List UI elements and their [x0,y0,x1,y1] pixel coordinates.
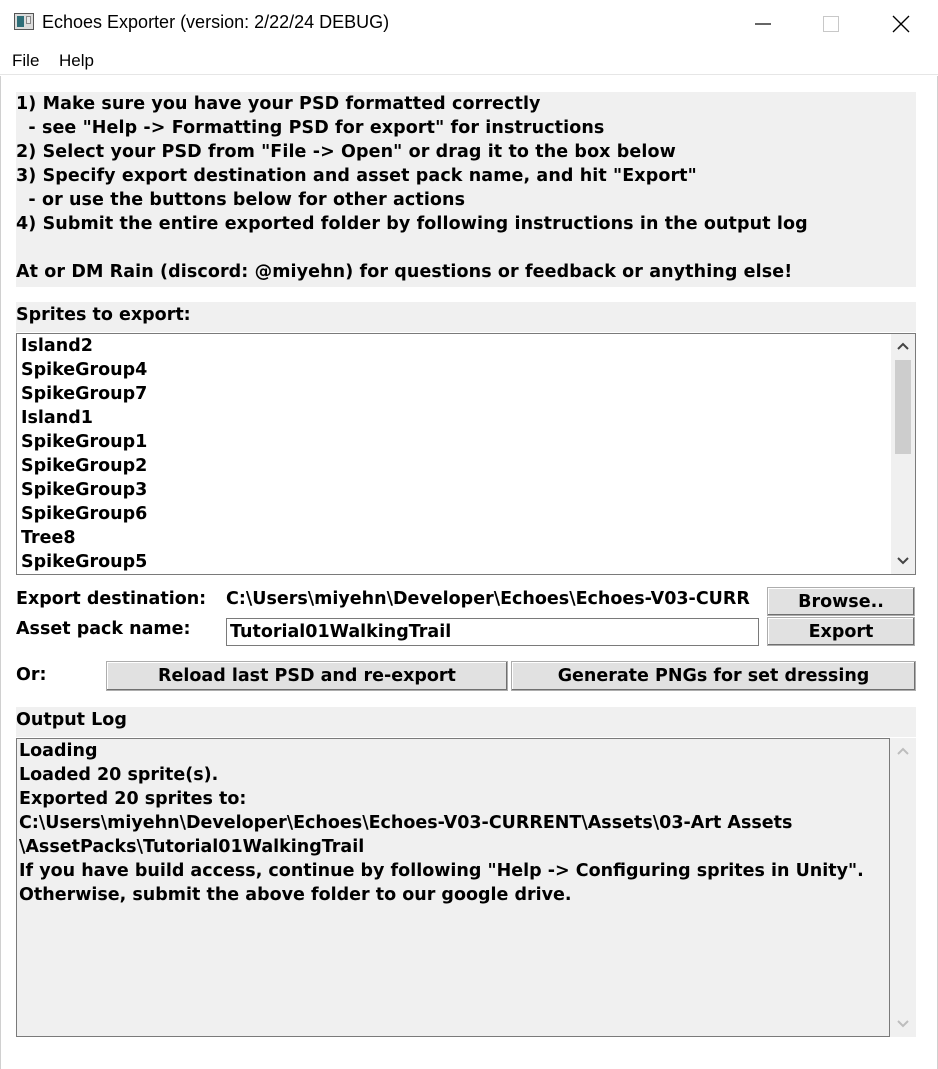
menu-file[interactable]: File [12,51,39,71]
maximize-icon [823,15,839,32]
log-line: Loading [19,741,98,761]
or-label: Or: [16,665,47,685]
log-line: Loaded 20 sprite(s). [19,765,219,785]
menu-bar: File Help [0,47,938,75]
minimize-button[interactable] [728,0,798,47]
instruction-line: 1) Make sure you have your PSD formatted… [16,94,541,114]
asset-pack-label: Asset pack name: [16,619,191,639]
list-item[interactable]: SpikeGroup6 [21,504,147,524]
close-button[interactable] [866,0,936,47]
sprite-list-scrollbar[interactable] [891,334,915,574]
output-log-scrollbar[interactable] [890,738,916,1037]
browse-button[interactable]: Browse.. [767,587,915,616]
list-item[interactable]: Island1 [21,408,93,428]
output-log-label: Output Log [16,710,127,730]
window-title: Echoes Exporter (version: 2/22/24 DEBUG) [42,12,390,32]
log-line: If you have build access, continue by fo… [19,861,864,881]
list-item[interactable]: SpikeGroup4 [21,360,147,380]
instruction-line: 3) Specify export destination and asset … [16,166,697,186]
log-line: C:\Users\miyehn\Developer\Echoes\Echoes-… [19,813,793,833]
log-line: \AssetPacks\Tutorial01WalkingTrail [19,837,365,857]
instructions-panel: 1) Make sure you have your PSD formatted… [16,92,916,287]
log-line: Otherwise, submit the above folder to ou… [19,885,572,905]
sprites-label-panel: Sprites to export: [16,302,916,332]
export-destination-label: Export destination: [16,589,207,609]
scroll-down-icon[interactable] [896,556,910,566]
maximize-button[interactable] [796,0,866,47]
scroll-thumb[interactable] [895,360,911,454]
export-button[interactable]: Export [767,617,915,646]
list-item[interactable]: SpikeGroup7 [21,384,147,404]
export-destination-path: C:\Users\miyehn\Developer\Echoes\Echoes-… [226,589,750,609]
instruction-line: - or use the buttons below for other act… [16,190,466,210]
list-item[interactable]: Island2 [21,336,93,356]
asset-pack-name-input[interactable]: Tutorial01WalkingTrail [226,618,759,646]
close-icon [892,15,910,32]
output-log[interactable]: Loading Loaded 20 sprite(s). Exported 20… [16,738,890,1037]
generate-pngs-button[interactable]: Generate PNGs for set dressing [511,661,916,691]
scroll-up-icon[interactable] [896,746,910,756]
reload-reexport-button[interactable]: Reload last PSD and re-export [106,661,508,691]
minimize-icon [755,22,771,25]
list-item[interactable]: SpikeGroup2 [21,456,147,476]
sprite-list[interactable]: Island2 SpikeGroup4 SpikeGroup7 Island1 … [16,333,916,575]
list-item[interactable]: Tree8 [21,528,76,548]
instruction-line: - see "Help -> Formatting PSD for export… [16,118,605,138]
output-log-label-panel: Output Log [16,707,916,737]
instruction-line: 2) Select your PSD from "File -> Open" o… [16,142,676,162]
list-item[interactable]: SpikeGroup5 [21,552,147,572]
instruction-contact-line: At or DM Rain (discord: @miyehn) for que… [16,262,793,282]
list-item[interactable]: SpikeGroup1 [21,432,147,452]
log-line: Exported 20 sprites to: [19,789,247,809]
sprites-label: Sprites to export: [16,305,191,325]
scroll-up-icon[interactable] [896,341,910,351]
menu-help[interactable]: Help [59,51,94,71]
instruction-line: 4) Submit the entire exported folder by … [16,214,808,234]
app-icon [14,13,34,30]
title-bar[interactable]: Echoes Exporter (version: 2/22/24 DEBUG) [0,0,938,47]
scroll-down-icon[interactable] [896,1019,910,1029]
list-item[interactable]: SpikeGroup3 [21,480,147,500]
